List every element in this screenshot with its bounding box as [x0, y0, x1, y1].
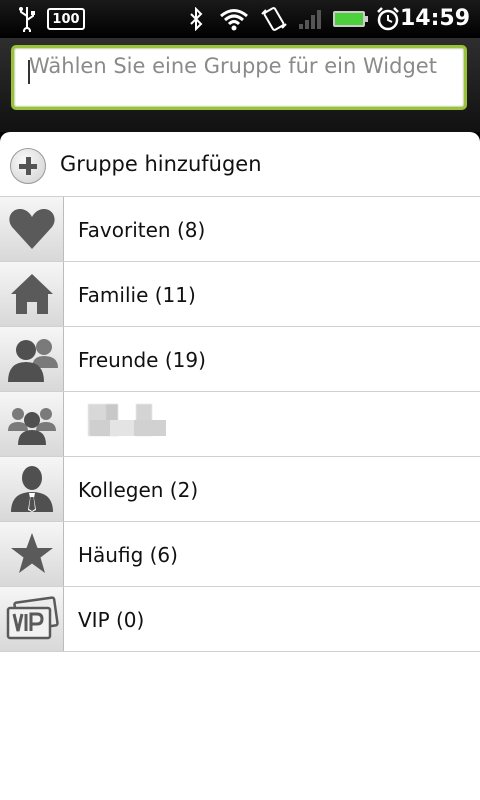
group-icon [0, 392, 64, 456]
group-list-panel: Gruppe hinzufügen Favoriten (8) Familie … [0, 132, 480, 800]
status-time: 14:59 [399, 6, 470, 31]
add-group-label: Gruppe hinzufügen [60, 152, 262, 176]
heart-icon [0, 197, 64, 261]
star-icon [0, 522, 64, 586]
alarm-icon [374, 6, 402, 32]
status-bar: 100 14:59 [0, 0, 480, 38]
group-label: Familie (11) [78, 283, 196, 307]
battery-percent-icon: 100 [47, 6, 85, 32]
house-icon [0, 262, 64, 326]
search-placeholder: Wählen Sie eine Gruppe für ein Widget [29, 54, 437, 78]
group-row-vip[interactable]: VIP (0) [0, 587, 480, 652]
add-group-row[interactable]: Gruppe hinzufügen [0, 132, 480, 197]
rotation-icon [259, 6, 289, 32]
group-label: Kollegen (2) [78, 478, 199, 502]
battery-percent-label: 100 [47, 8, 85, 30]
plus-icon[interactable] [10, 148, 46, 184]
group-label: Favoriten (8) [78, 218, 206, 242]
vip-icon [0, 587, 64, 651]
bluetooth-icon [186, 6, 206, 32]
group-row-frequent[interactable]: Häufig (6) [0, 522, 480, 587]
group-label: Häufig (6) [78, 543, 178, 567]
group-row-colleagues[interactable]: Kollegen (2) [0, 457, 480, 522]
group-label: Freunde (19) [78, 348, 206, 372]
search-input[interactable]: Wählen Sie eine Gruppe für ein Widget [11, 45, 467, 110]
group-row-friends[interactable]: Freunde (19) [0, 327, 480, 392]
obscured-text [90, 420, 166, 436]
friends-icon [0, 327, 64, 391]
group-row-family[interactable]: Familie (11) [0, 262, 480, 327]
signal-icon [297, 6, 325, 32]
battery-icon [332, 6, 370, 32]
group-row-blurred[interactable] [0, 392, 480, 457]
usb-icon [14, 6, 40, 32]
colleague-icon [0, 457, 64, 521]
group-label: VIP (0) [78, 608, 145, 632]
wifi-icon [218, 6, 250, 32]
header: Wählen Sie eine Gruppe für ein Widget [0, 38, 480, 132]
group-row-favorites[interactable]: Favoriten (8) [0, 197, 480, 262]
